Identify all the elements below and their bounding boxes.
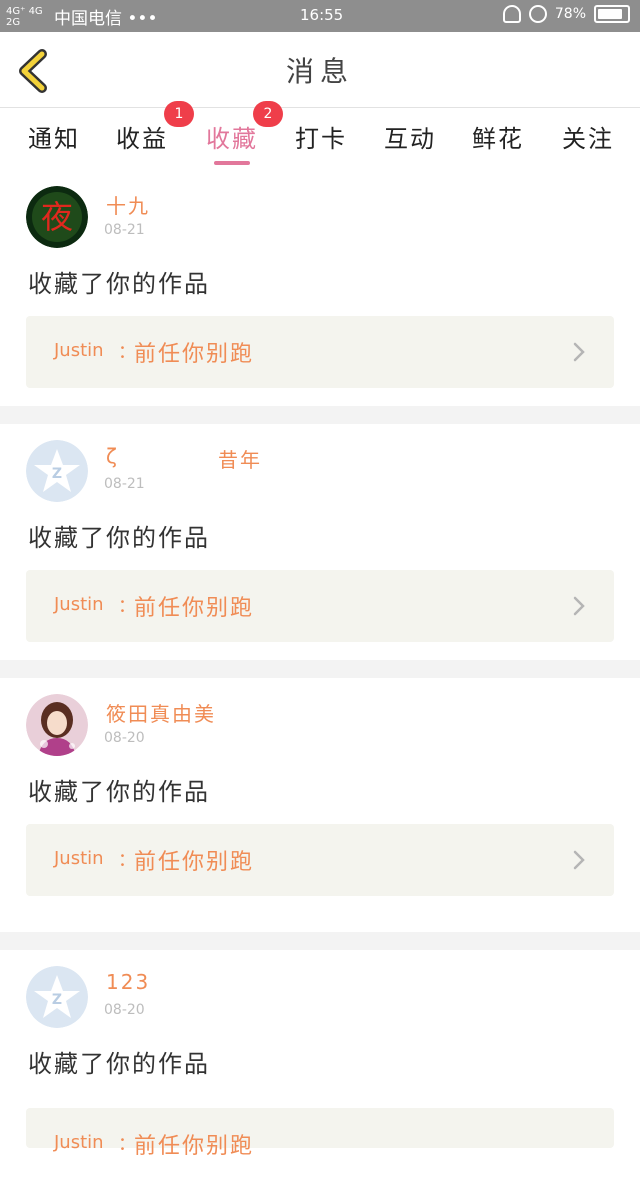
tab-label: 通知 (28, 125, 80, 153)
work-title: 前任你别跑 (134, 342, 255, 367)
action-text: 收藏了你的作品 (28, 524, 210, 552)
avatar[interactable]: Z (26, 440, 88, 502)
svg-text:Z: Z (52, 992, 62, 1008)
chevron-right-icon (573, 342, 585, 362)
tab-label: 收藏 (206, 125, 258, 153)
status-bar: 4G⁺ 4G 2G 中国电信 ••• 16:55 78% (0, 0, 640, 32)
user-name[interactable]: 十九 (106, 190, 150, 219)
divider (0, 406, 640, 424)
work-title: 前任你别跑 (134, 850, 255, 875)
item-date: 08-20 (104, 730, 145, 746)
list-item[interactable]: Z 123 08-20 收藏了你的作品 Justin ： 前任你别跑 (0, 950, 640, 1186)
list-item[interactable]: 夜 十九 08-21 收藏了你的作品 Justin ： 前任你别跑 (0, 170, 640, 406)
divider (0, 932, 640, 950)
svg-text:Z: Z (52, 466, 62, 482)
work-link[interactable]: Justin ： 前任你别跑 (26, 1108, 614, 1159)
page-title: 消息 (285, 55, 354, 88)
carrier-label: 中国电信 ••• (54, 9, 158, 29)
network-top: 4G⁺ 4G (6, 5, 43, 17)
tab-checkin[interactable]: 打卡 (295, 119, 347, 154)
tab-notifications[interactable]: 通知 (28, 119, 80, 154)
network-bottom: 2G (6, 16, 21, 28)
work-author: Justin (54, 594, 104, 615)
chevron-right-icon (573, 850, 585, 870)
active-tab-indicator (214, 161, 250, 165)
night-logo-icon: 夜 (26, 186, 88, 248)
anime-avatar-icon (26, 694, 88, 756)
network-indicator: 4G⁺ 4G 2G (6, 6, 46, 28)
chevron-right-icon (573, 596, 585, 616)
tab-label: 收益 (116, 125, 168, 153)
avatar[interactable]: 夜 (26, 186, 88, 248)
list-item[interactable]: Z ζ 昔年 08-21 收藏了你的作品 Justin ： 前任你别跑 (0, 424, 640, 660)
work-title: 前任你别跑 (134, 1134, 255, 1159)
list-item[interactable]: 筱田真由美 08-20 收藏了你的作品 Justin ： 前任你别跑 (0, 678, 640, 914)
headphones-icon (502, 5, 521, 23)
tab-following[interactable]: 关注 (562, 119, 614, 154)
tab-favorites[interactable]: 收藏 (206, 119, 258, 165)
work-author: Justin (54, 340, 104, 361)
user-name-extra[interactable]: 昔年 (218, 444, 262, 473)
tab-earnings[interactable]: 收益 (116, 119, 168, 154)
divider (0, 660, 640, 678)
tab-flowers[interactable]: 鲜花 (472, 119, 524, 154)
user-name[interactable]: 123 (106, 970, 150, 994)
tab-label: 鲜花 (472, 125, 524, 153)
avatar[interactable]: Z (26, 966, 88, 1028)
tab-label: 打卡 (295, 125, 347, 153)
clock: 16:55 (300, 6, 344, 24)
battery-percent: 78% (554, 6, 586, 22)
tab-bar: 通知 收益 1 收藏 2 打卡 互动 鲜花 关注 (0, 101, 640, 169)
work-link[interactable]: Justin ： 前任你别跑 (26, 570, 614, 642)
tab-label: 互动 (384, 125, 436, 153)
default-avatar-icon: Z (26, 440, 88, 502)
item-date: 08-21 (104, 222, 145, 238)
item-date: 08-21 (104, 476, 145, 492)
avatar[interactable] (26, 694, 88, 756)
work-title: 前任你别跑 (134, 596, 255, 621)
work-author: Justin (54, 1132, 104, 1153)
action-text: 收藏了你的作品 (28, 778, 210, 806)
action-text: 收藏了你的作品 (28, 1050, 210, 1078)
svg-text:夜: 夜 (41, 198, 73, 236)
user-name[interactable]: ζ (106, 444, 119, 468)
item-date: 08-20 (104, 1002, 145, 1018)
work-link[interactable]: Justin ： 前任你别跑 (26, 824, 614, 896)
tab-interaction[interactable]: 互动 (384, 119, 436, 154)
favorites-badge: 2 (253, 101, 283, 127)
work-link[interactable]: Justin ： 前任你别跑 (26, 316, 614, 388)
default-avatar-icon: Z (26, 966, 88, 1028)
action-text: 收藏了你的作品 (28, 270, 210, 298)
header: 消息 (0, 32, 640, 108)
earnings-badge: 1 (164, 101, 194, 127)
work-author: Justin (54, 848, 104, 869)
battery-icon (594, 5, 630, 23)
user-name[interactable]: 筱田真由美 (106, 698, 216, 727)
alarm-icon (528, 5, 547, 23)
tab-label: 关注 (562, 125, 614, 153)
